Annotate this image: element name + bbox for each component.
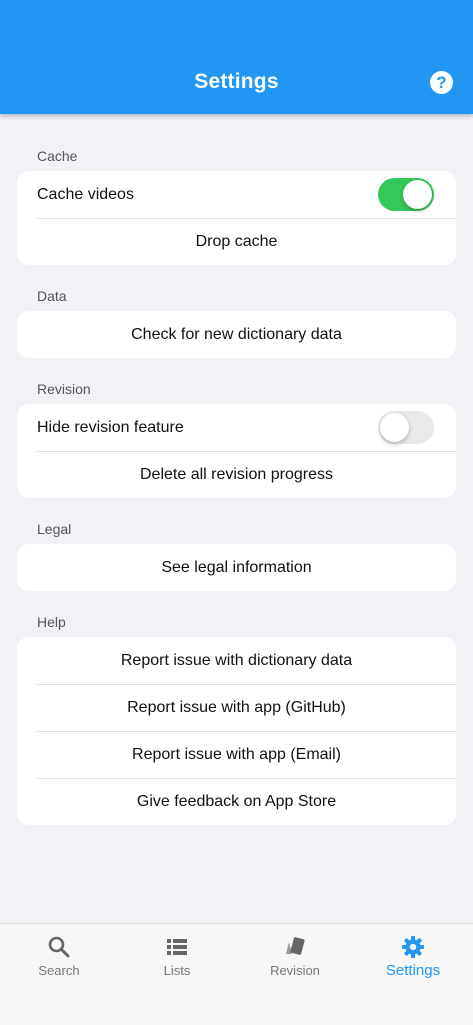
legal-card: See legal information [17, 544, 456, 591]
report-app-issue-email-button[interactable]: Report issue with app (Email) [17, 731, 456, 778]
nav-item-settings[interactable]: Settings [354, 924, 472, 984]
cache-videos-toggle[interactable] [378, 178, 434, 211]
section-label-help: Help [37, 614, 66, 630]
nav-label-revision: Revision [270, 963, 320, 978]
section-label-legal: Legal [37, 521, 72, 537]
data-card: Check for new dictionary data [17, 311, 456, 358]
toggle-knob [403, 180, 432, 209]
delete-revision-progress-label: Delete all revision progress [140, 465, 333, 483]
help-item-label: Report issue with dictionary data [120, 651, 353, 669]
help-card: Report issue with dictionary data Report… [17, 637, 456, 825]
toggle-knob [380, 413, 409, 442]
check-dictionary-data-label: Check for new dictionary data [131, 325, 342, 343]
see-legal-information-button[interactable]: See legal information [17, 544, 456, 591]
delete-revision-progress-button[interactable]: Delete all revision progress [17, 451, 456, 498]
report-dictionary-issue-button[interactable]: Report issue with dictionary data [17, 637, 456, 684]
gear-icon [402, 936, 424, 958]
hide-revision-label: Hide revision feature [37, 418, 184, 436]
help-item-label: Report issue with app (Email) [132, 745, 341, 763]
check-dictionary-data-button[interactable]: Check for new dictionary data [17, 311, 456, 358]
nav-item-search[interactable]: Search [0, 924, 118, 984]
help-item-label: Give feedback on App Store [136, 792, 337, 810]
section-label-cache: Cache [37, 148, 78, 164]
app-bar: Settings ? [0, 0, 473, 114]
help-item-label: Report issue with app (GitHub) [127, 698, 346, 716]
drop-cache-label: Drop cache [195, 232, 278, 250]
hide-revision-toggle[interactable] [378, 411, 434, 444]
nav-label-lists: Lists [163, 963, 191, 978]
nav-label-settings: Settings [385, 962, 441, 979]
see-legal-information-label: See legal information [161, 558, 312, 576]
revision-card: Hide revision feature Delete all revisio… [17, 404, 456, 498]
report-app-issue-github-button[interactable]: Report issue with app (GitHub) [17, 684, 456, 731]
page-title: Settings [194, 70, 279, 93]
cache-videos-label: Cache videos [37, 185, 134, 203]
app-store-feedback-button[interactable]: Give feedback on App Store [17, 778, 456, 825]
cards-icon [286, 937, 305, 955]
nav-label-search: Search [38, 963, 80, 978]
drop-cache-button[interactable]: Drop cache [17, 218, 456, 265]
nav-item-lists[interactable]: Lists [118, 924, 236, 984]
cache-videos-row: Cache videos [17, 171, 456, 218]
section-label-revision: Revision [37, 381, 91, 397]
section-label-data: Data [37, 288, 67, 304]
help-icon[interactable]: ? [430, 71, 453, 94]
list-icon [167, 939, 187, 955]
cache-card: Cache videos Drop cache [17, 171, 456, 265]
bottom-nav: Search Lists Revision Settings [0, 923, 473, 1025]
hide-revision-row: Hide revision feature [17, 404, 456, 451]
search-icon [48, 936, 70, 958]
nav-item-revision[interactable]: Revision [236, 924, 354, 984]
